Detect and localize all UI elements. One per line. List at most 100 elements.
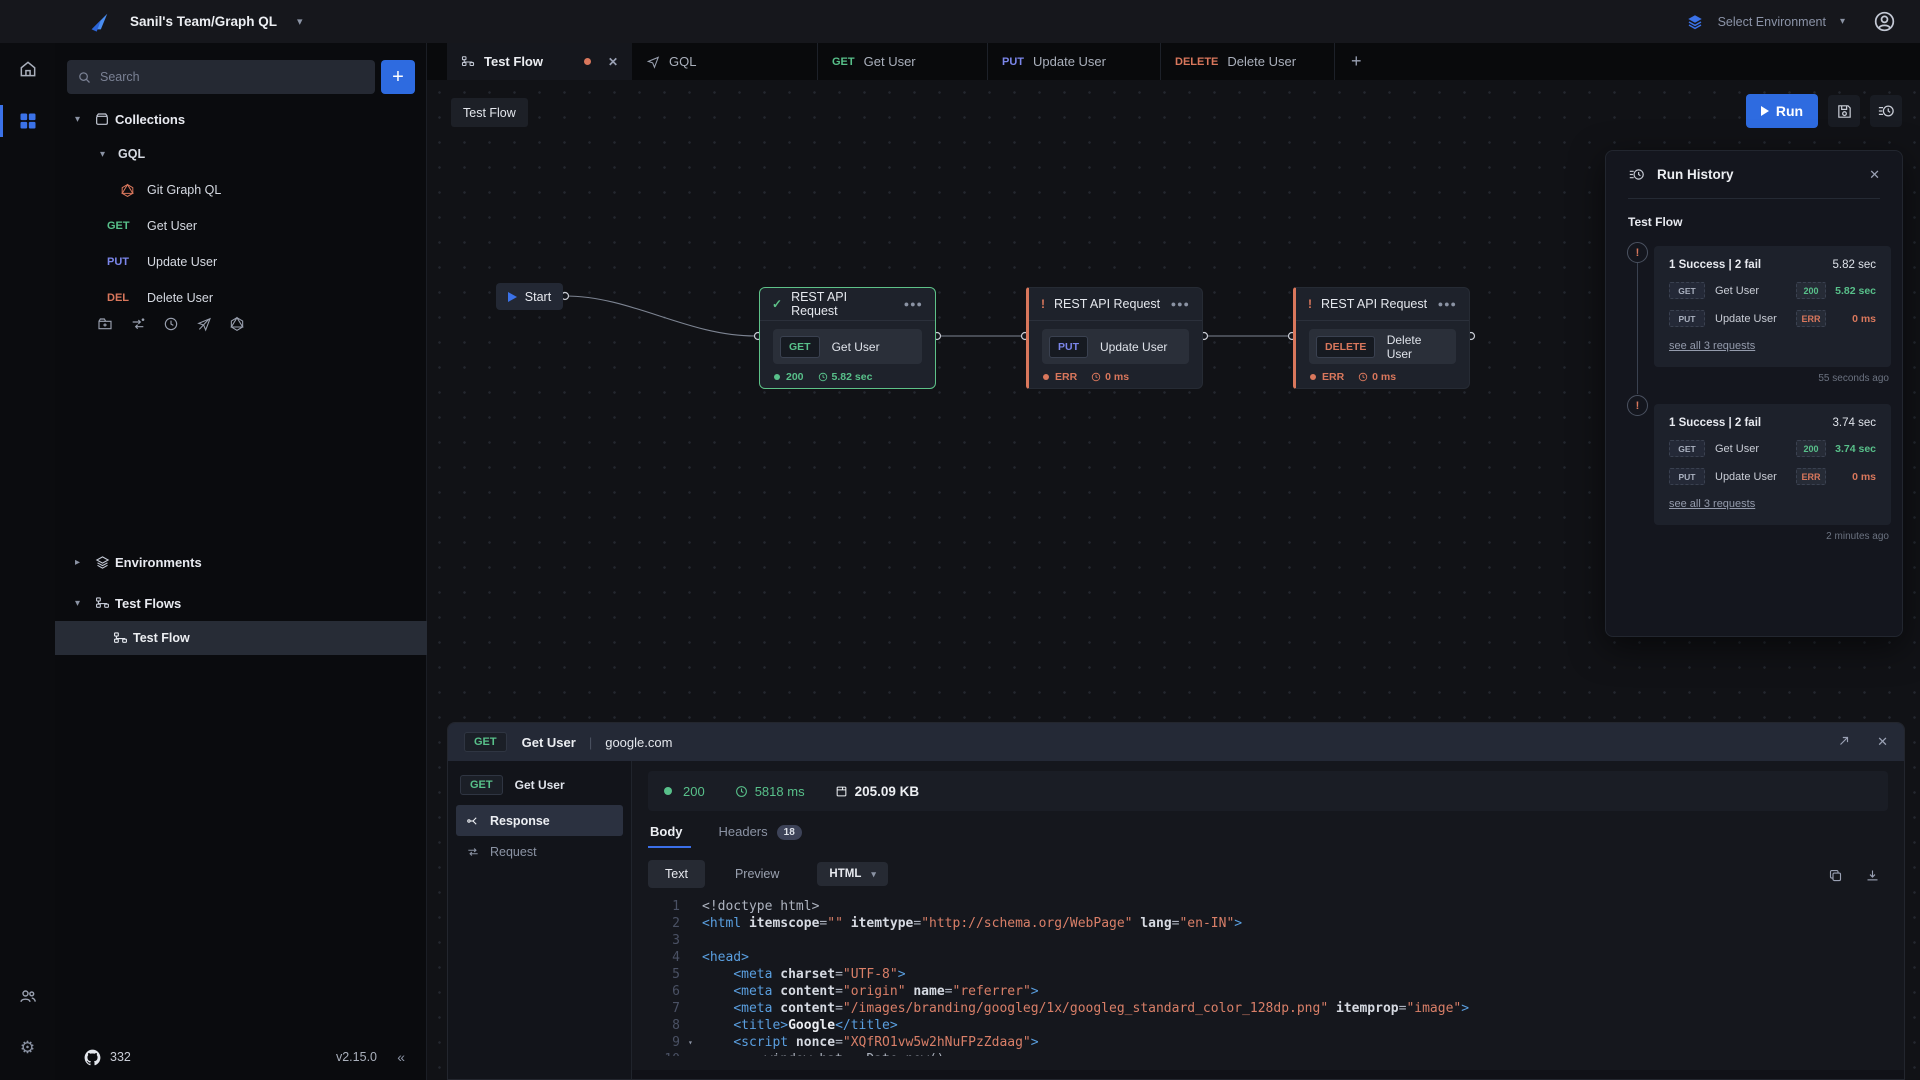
run-card[interactable]: 1 Success | 2 fail 3.74 sec GET Get User…: [1654, 404, 1891, 525]
node-rest-get-user[interactable]: ✓ REST API Request ●●● GET Get User 200 …: [759, 287, 936, 389]
node-rest-delete-user[interactable]: ! REST API Request ●●● DELETE Delete Use…: [1293, 287, 1470, 389]
sidebar-item-collections[interactable]: ▾ Collections: [75, 105, 185, 133]
request-name: Get User: [832, 340, 880, 354]
copy-icon[interactable]: [1828, 868, 1843, 883]
request-name: Update User: [1715, 313, 1796, 325]
github-star-count[interactable]: 332: [110, 1050, 131, 1064]
node-request-chip[interactable]: DELETE Delete User: [1309, 329, 1456, 364]
home-icon[interactable]: [0, 43, 55, 95]
request-label: Git Graph QL: [147, 183, 221, 197]
timeline-line: [1637, 263, 1638, 394]
request-name: Update User: [1100, 340, 1167, 354]
sidebar-item-git-graph-ql[interactable]: Git Graph QL: [107, 176, 221, 204]
sidebar-item-update-user[interactable]: PUT Update User: [107, 248, 217, 276]
method-badge: PUT: [1669, 468, 1705, 485]
sidebar-item-test-flow[interactable]: Test Flow: [55, 621, 427, 655]
environment-selector[interactable]: Select Environment: [1718, 15, 1826, 29]
environment-caret-icon[interactable]: ▾: [1840, 16, 1845, 27]
sidebar-item-get-user[interactable]: GET Get User: [107, 212, 197, 240]
sidebar-folder-gql[interactable]: ▾ GQL: [100, 140, 145, 168]
separator: |: [589, 735, 592, 750]
run-card[interactable]: 1 Success | 2 fail 5.82 sec GET Get User…: [1654, 246, 1891, 367]
caret-down-icon[interactable]: ▾: [100, 149, 114, 160]
node-rest-update-user[interactable]: ! REST API Request ●●● PUT Update User E…: [1026, 287, 1203, 389]
github-icon[interactable]: [83, 1048, 102, 1067]
play-icon: [508, 292, 517, 302]
close-tab-icon[interactable]: ✕: [608, 55, 618, 69]
node-menu-icon[interactable]: ●●●: [1171, 299, 1190, 309]
tab-gql[interactable]: GQL: [632, 43, 818, 80]
view-preview-button[interactable]: Preview: [735, 867, 779, 881]
settings-gear-icon[interactable]: ⚙: [0, 1022, 55, 1074]
run-history-button[interactable]: [1870, 95, 1902, 127]
caret-right-icon[interactable]: ▸: [75, 557, 89, 568]
node-request-chip[interactable]: GET Get User: [773, 329, 922, 364]
method-badge: DELETE: [1316, 336, 1375, 358]
see-all-requests-link[interactable]: see all 3 requests: [1669, 340, 1755, 352]
node-request-chip[interactable]: PUT Update User: [1042, 329, 1189, 364]
avatar[interactable]: [1873, 10, 1896, 33]
method-badge: PUT: [1049, 336, 1088, 358]
code-viewer[interactable]: 1<!doctype html>2<html itemscope="" item…: [648, 898, 1888, 1056]
tab-delete-user[interactable]: DELETE Delete User: [1161, 43, 1335, 80]
new-folder-icon[interactable]: [97, 316, 113, 332]
new-tab-button[interactable]: +: [1335, 43, 1378, 80]
sidebar-item-test-flows[interactable]: ▾ Test Flows: [75, 589, 181, 617]
workspace-caret-icon[interactable]: ▾: [297, 15, 303, 28]
search-box[interactable]: [67, 60, 375, 94]
collapse-sidebar-button[interactable]: «: [397, 1049, 405, 1065]
save-button[interactable]: [1828, 95, 1860, 127]
close-run-history-icon[interactable]: ✕: [1869, 167, 1880, 183]
response-icon: [466, 814, 480, 828]
request-label: Get User: [147, 219, 197, 233]
request-label: Delete User: [147, 291, 213, 305]
method-badge: GET: [464, 732, 507, 752]
close-panel-icon[interactable]: ✕: [1877, 734, 1888, 750]
sidebar-item-environments[interactable]: ▸ Environments: [75, 548, 202, 576]
format-value: HTML: [829, 868, 861, 880]
view-text-button[interactable]: Text: [648, 860, 705, 888]
error-bang-icon: !: [1041, 297, 1045, 311]
community-icon[interactable]: [0, 970, 55, 1022]
request-time: 5.82 sec: [1826, 285, 1876, 297]
status-badge: 200: [1796, 282, 1826, 299]
tab-test-flow[interactable]: Test Flow ✕: [447, 43, 632, 80]
node-menu-icon[interactable]: ●●●: [904, 299, 923, 309]
history-clock-icon[interactable]: [163, 316, 179, 332]
graphql-hexagon-icon[interactable]: [229, 316, 245, 332]
tab-get-user[interactable]: GET Get User: [818, 43, 988, 80]
status-dot: [1043, 374, 1049, 380]
tab-update-user[interactable]: PUT Update User: [988, 43, 1161, 80]
expand-panel-icon[interactable]: [1837, 734, 1851, 750]
graphql-icon: [107, 183, 147, 198]
success-check-icon: ✓: [772, 297, 782, 311]
search-input[interactable]: [100, 70, 365, 84]
tab-body[interactable]: Body: [650, 824, 683, 848]
download-icon[interactable]: [1865, 868, 1880, 883]
sidebar-item-delete-user[interactable]: DEL Delete User: [107, 284, 213, 312]
run-duration: 5.82 sec: [1833, 259, 1876, 271]
sidebar-request-header: GET Get User: [456, 771, 623, 805]
format-dropdown[interactable]: HTML ▾: [817, 862, 887, 886]
request-label: Request: [490, 845, 537, 859]
caret-down-icon[interactable]: ▾: [75, 598, 89, 609]
workspace-grid-icon[interactable]: [0, 95, 55, 147]
code-scrollbar-track[interactable]: [632, 1070, 1904, 1080]
node-menu-icon[interactable]: ●●●: [1438, 299, 1457, 309]
sidebar-item-request[interactable]: Request: [456, 836, 623, 867]
sidebar-item-response[interactable]: Response: [456, 805, 623, 836]
start-node[interactable]: Start: [496, 283, 563, 310]
response-time: 5818 ms: [755, 784, 805, 799]
send-plane-icon[interactable]: [196, 316, 212, 332]
run-button[interactable]: Run: [1746, 94, 1818, 128]
tab-headers[interactable]: Headers: [719, 824, 768, 848]
unsaved-dot: [584, 58, 591, 65]
tab-label: Test Flow: [484, 54, 543, 69]
see-all-requests-link[interactable]: see all 3 requests: [1669, 498, 1755, 510]
workspace-title[interactable]: Sanil's Team/Graph QL: [130, 14, 277, 29]
sidebar: + ▾ Collections ▾ GQL Git Graph QL GET G…: [55, 43, 427, 1080]
import-swap-icon[interactable]: [130, 316, 146, 332]
add-button[interactable]: +: [381, 60, 415, 94]
tab-label: Delete User: [1227, 54, 1296, 69]
caret-down-icon[interactable]: ▾: [75, 114, 89, 125]
